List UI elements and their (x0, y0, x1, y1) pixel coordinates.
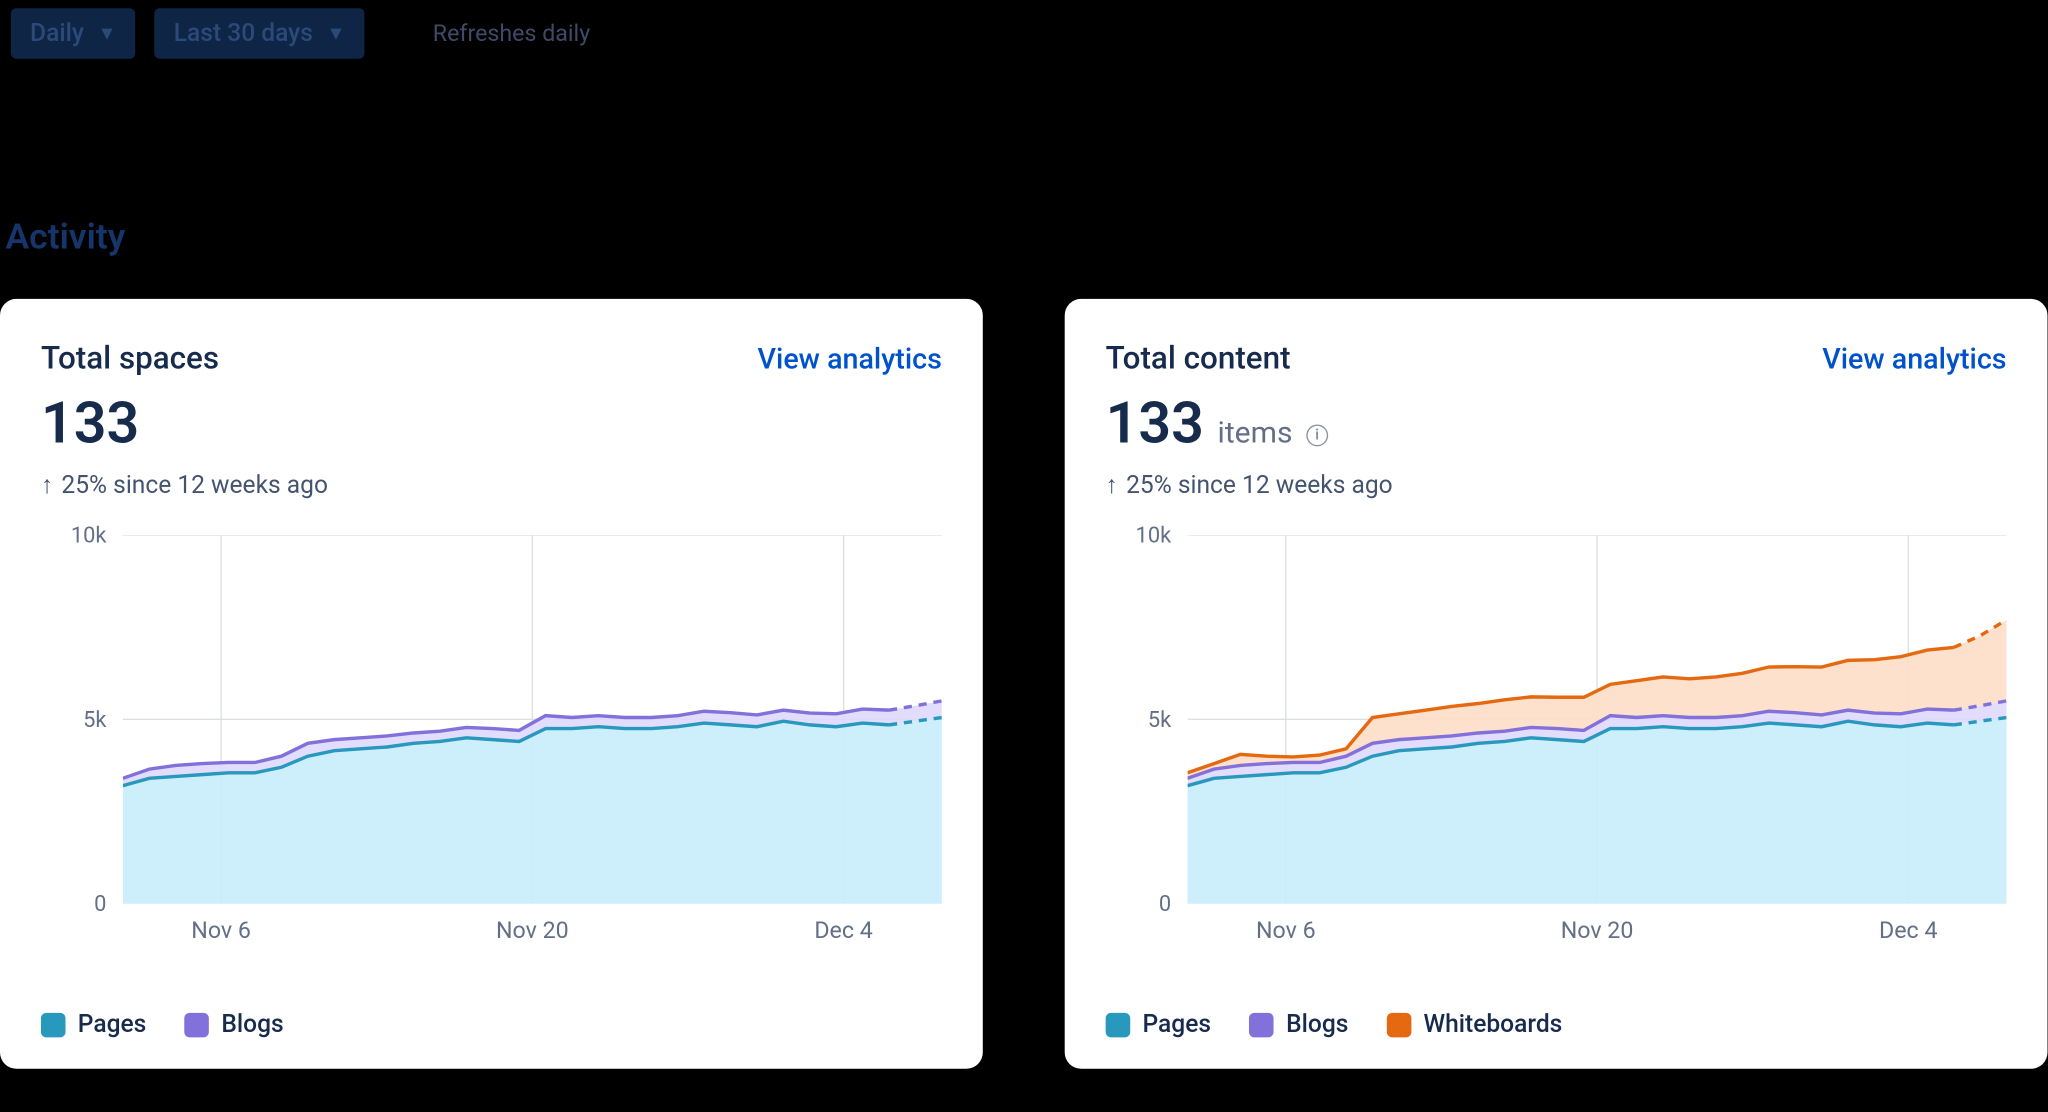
chevron-down-icon: ▼ (98, 22, 117, 45)
card-title: Total content (1106, 340, 1291, 377)
card-title: Total spaces (41, 340, 219, 377)
section-title: Activity (5, 217, 2047, 258)
legend-item-blogs: Blogs (185, 1010, 284, 1039)
legend-swatch-blogs (185, 1012, 210, 1037)
metric-value: 133 (41, 390, 139, 457)
card-total-content: Total content View analytics 133 items i… (1065, 299, 2048, 1069)
metric-unit: items (1218, 416, 1293, 450)
legend-swatch-pages (41, 1012, 66, 1037)
view-analytics-link[interactable]: View analytics (758, 344, 942, 377)
chart-legend: Pages Blogs Whiteboards (1106, 1010, 2007, 1039)
legend-item-blogs: Blogs (1249, 1010, 1348, 1039)
cards-row: Total spaces View analytics 133 ↑ 25% si… (0, 299, 2048, 1069)
view-analytics-link[interactable]: View analytics (1822, 344, 2006, 377)
frequency-dropdown[interactable]: Daily ▼ (11, 8, 136, 59)
x-axis-labels: Nov 6 Nov 20 Dec 4 (123, 917, 942, 947)
chart-total-content: 10k 5k 0 Nov 6 Nov 20 Dec 4 (1106, 535, 2007, 945)
range-label: Last 30 days (174, 19, 313, 48)
card-total-spaces: Total spaces View analytics 133 ↑ 25% si… (0, 299, 983, 1069)
range-dropdown[interactable]: Last 30 days ▼ (155, 8, 365, 59)
trend-text: ↑ 25% since 12 weeks ago (1106, 471, 2007, 500)
arrow-up-icon: ↑ (41, 471, 53, 500)
y-axis-labels: 10k 5k 0 (38, 535, 106, 904)
chevron-down-icon: ▼ (327, 22, 346, 45)
trend-text: ↑ 25% since 12 weeks ago (41, 471, 942, 500)
frequency-label: Daily (30, 19, 84, 48)
x-axis-labels: Nov 6 Nov 20 Dec 4 (1188, 917, 2007, 947)
legend-item-pages: Pages (1106, 1010, 1211, 1039)
refresh-note: Refreshes daily (433, 20, 590, 47)
legend-swatch-whiteboards (1387, 1012, 1412, 1037)
legend-item-pages: Pages (41, 1010, 146, 1039)
metric-value: 133 (1106, 390, 1204, 457)
arrow-up-icon: ↑ (1106, 471, 1118, 500)
chart-total-spaces: 10k 5k 0 Nov 6 Nov 20 Dec 4 (41, 535, 942, 945)
legend-item-whiteboards: Whiteboards (1387, 1010, 1563, 1039)
legend-swatch-pages (1106, 1012, 1131, 1037)
y-axis-labels: 10k 5k 0 (1103, 535, 1171, 904)
chart-legend: Pages Blogs (41, 1010, 942, 1039)
legend-swatch-blogs (1249, 1012, 1274, 1037)
filters-bar: Daily ▼ Last 30 days ▼ Refreshes daily (0, 0, 2048, 67)
info-icon[interactable]: i (1306, 424, 1328, 446)
